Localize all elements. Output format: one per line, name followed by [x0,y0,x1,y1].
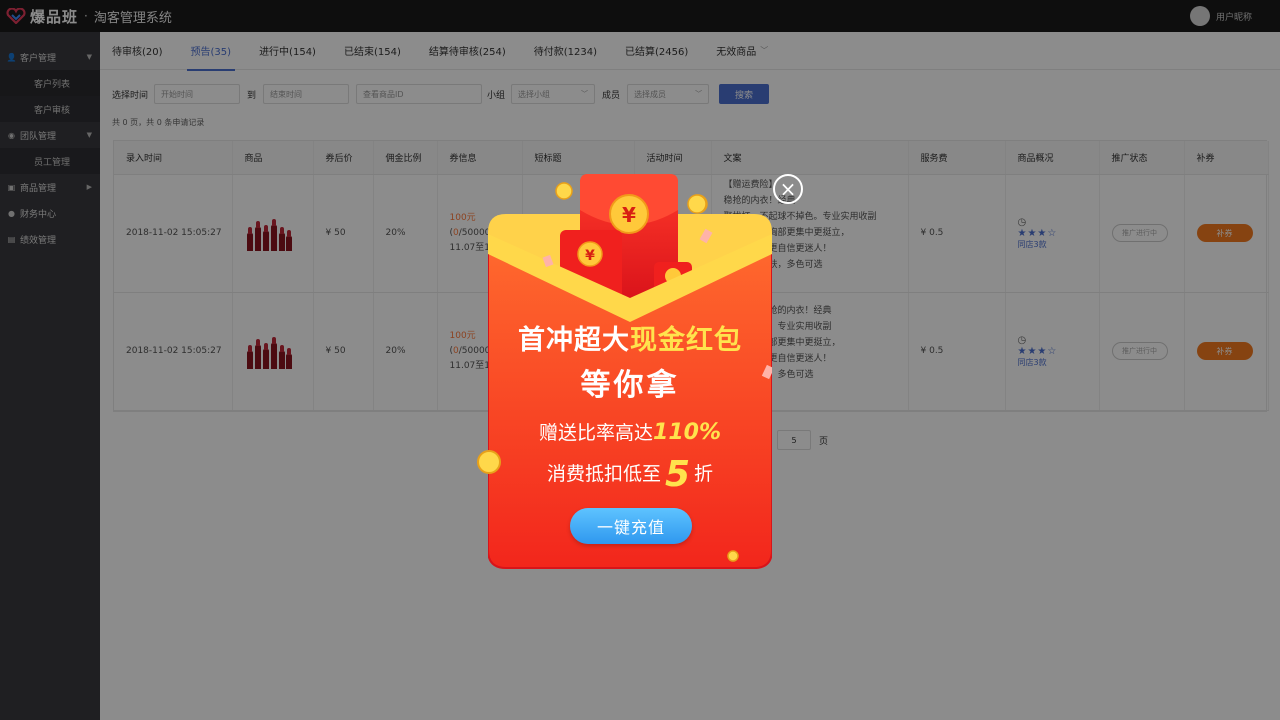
coin-icon [687,194,707,214]
popup-bonus-line: 赠送比率高达110% [488,418,772,445]
discount-suffix: 折 [694,463,714,485]
coin-icon [727,550,739,562]
coin-icon [555,182,573,200]
yuan-icon: ¥ [585,248,595,264]
bonus-value: 110% [653,420,721,445]
coin-icon [477,450,501,474]
popup-title-line2: 等你拿 [580,368,680,403]
popup-title: 首冲超大现金红包 [488,318,772,357]
yuan-icon: ¥ [622,203,636,227]
bonus-text: 赠送比率高达 [539,422,654,444]
one-click-recharge-button[interactable]: 一键充值 [570,508,692,544]
close-icon[interactable]: × [773,174,803,204]
popup-discount-line: 消费抵扣低至 5 折 [488,454,772,495]
discount-prefix: 消费抵扣低至 [546,463,661,485]
discount-value: 5 [664,454,691,495]
popup-title-prefix: 首冲超大 [518,325,630,356]
popup-title-highlight: 现金红包 [630,325,742,356]
red-envelope-popup: ¥ ¥ 首冲超大现金红包 等你拿 赠送比率高达110% 消费抵扣低至 5 折 一键充… [488,170,772,570]
